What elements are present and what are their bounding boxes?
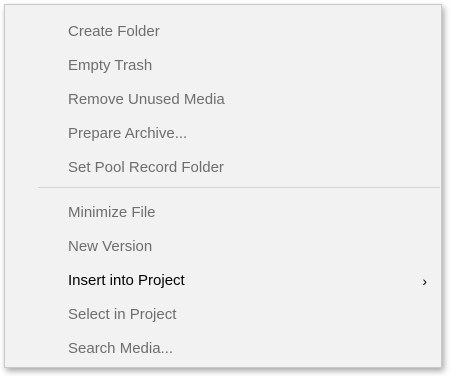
menu-item-label: Set Pool Record Folder (68, 159, 224, 176)
menu-item-set-pool-record-folder[interactable]: Set Pool Record Folder (5, 152, 441, 184)
menu-item-label: Insert into Project (68, 272, 185, 289)
menu-item-label: New Version (68, 238, 153, 255)
screen: Create Folder Empty Trash Remove Unused … (0, 0, 451, 376)
menu-item-label: Create Folder (68, 23, 160, 40)
menu-item-create-folder[interactable]: Create Folder (5, 16, 441, 48)
context-menu: Create Folder Empty Trash Remove Unused … (4, 4, 442, 368)
menu-item-select-in-project[interactable]: Select in Project (5, 299, 441, 331)
menu-item-minimize-file[interactable]: Minimize File (5, 197, 441, 229)
menu-item-label: Empty Trash (68, 57, 153, 74)
menu-item-insert-into-project[interactable]: Insert into Project › (5, 265, 441, 297)
menu-item-label: Select in Project (68, 306, 177, 323)
menu-item-label: Search Media... (68, 340, 174, 357)
menu-item-search-media[interactable]: Search Media... (5, 333, 441, 365)
menu-item-new-version[interactable]: New Version (5, 231, 441, 263)
chevron-right-icon: › (422, 273, 427, 289)
menu-item-prepare-archive[interactable]: Prepare Archive... (5, 118, 441, 150)
menu-item-label: Minimize File (68, 204, 156, 221)
menu-item-empty-trash[interactable]: Empty Trash (5, 50, 441, 82)
menu-separator (38, 187, 440, 188)
menu-item-label: Prepare Archive... (68, 125, 188, 142)
menu-item-remove-unused-media[interactable]: Remove Unused Media (5, 84, 441, 116)
menu-item-label: Remove Unused Media (68, 91, 225, 108)
